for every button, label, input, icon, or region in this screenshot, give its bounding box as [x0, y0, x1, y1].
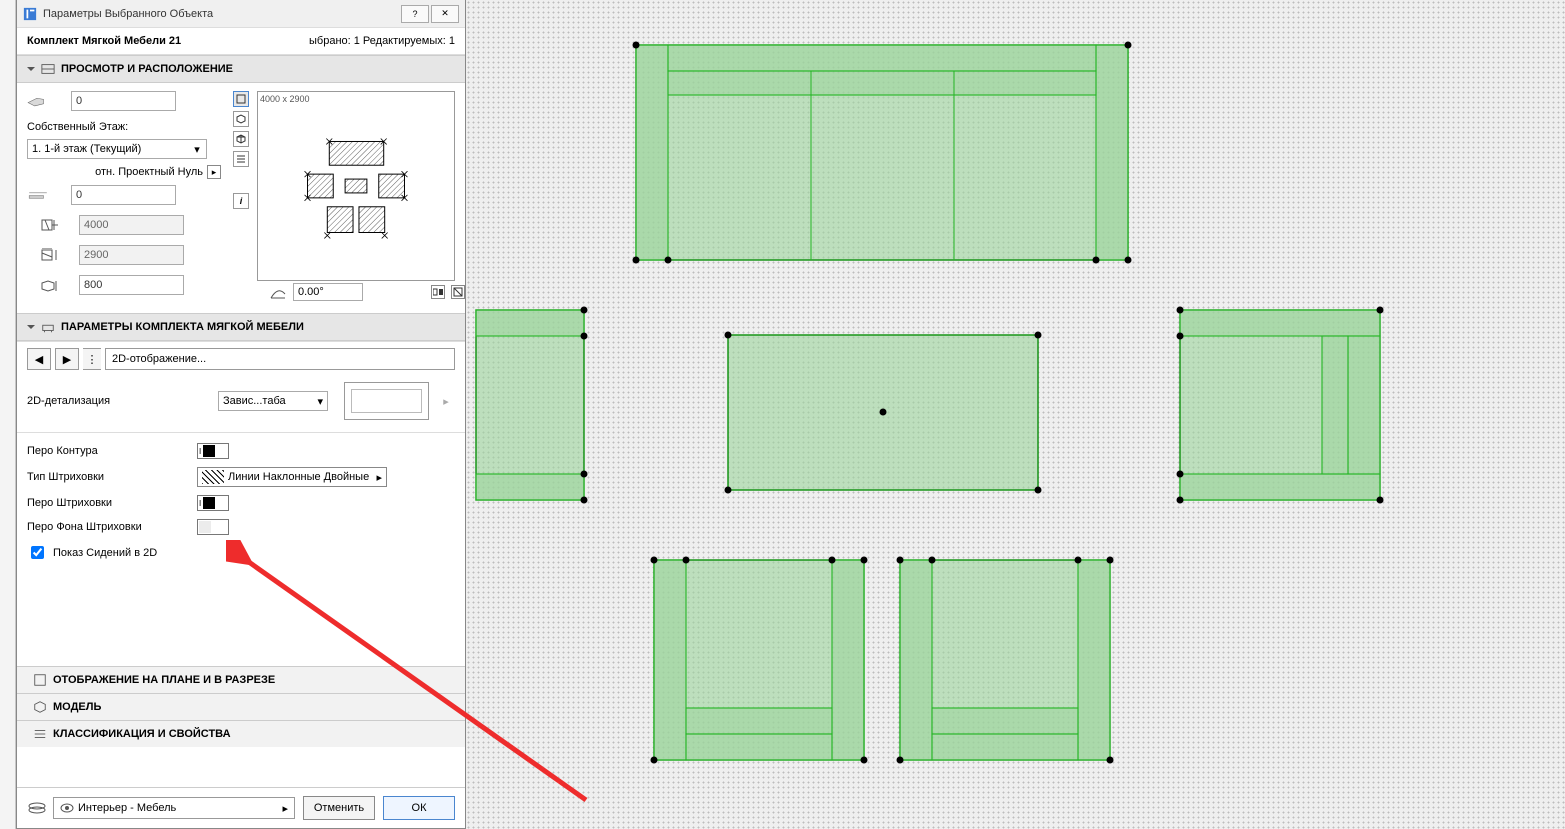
titlebar[interactable]: Параметры Выбранного Объекта ? ✕: [17, 0, 465, 28]
nav-separator: ⋮: [83, 348, 101, 370]
group-class-title: КЛАССИФИКАЦИЯ И СВОЙСТВА: [53, 728, 231, 740]
app-icon: [23, 7, 37, 21]
armchair-left-shape[interactable]: [476, 307, 588, 504]
preview-mode-3d-button[interactable]: [233, 111, 249, 127]
nav-prev-button[interactable]: ◀: [27, 348, 51, 370]
detail-label: 2D-детализация: [27, 395, 210, 407]
settings-dialog: Параметры Выбранного Объекта ? ✕ Комплек…: [16, 0, 466, 829]
chevron-down-icon: [27, 323, 35, 331]
preview-mode-2d-button[interactable]: [233, 91, 249, 107]
layer-combo[interactable]: Интерьер - Мебель ▸: [53, 797, 295, 819]
detail-next-button[interactable]: ▸: [437, 382, 455, 420]
own-floor-label: Собственный Этаж:: [27, 121, 227, 133]
group-preview-title: ПРОСМОТР И РАСПОЛОЖЕНИЕ: [61, 63, 233, 75]
dim-x-icon: [27, 218, 73, 232]
own-floor-value: 1. 1-й этаж (Текущий): [32, 143, 188, 155]
detail-preview[interactable]: [344, 382, 429, 420]
elevation-top-input[interactable]: [71, 91, 176, 111]
sofa-shape[interactable]: [633, 42, 1132, 264]
chair-1-shape[interactable]: [651, 557, 868, 764]
preview-icon: [41, 62, 55, 76]
object-name: Комплект Мягкой Мебели 21: [27, 35, 181, 47]
group-params-title: ПАРАМЕТРЫ КОМПЛЕКТА МЯГКОЙ МЕБЕЛИ: [61, 321, 304, 333]
ok-button[interactable]: ОК: [383, 796, 455, 820]
elev-top-icon: [27, 91, 49, 111]
hatch-sample-icon: [202, 470, 224, 484]
close-button[interactable]: ✕: [431, 5, 459, 23]
hatch-bg-pen-picker[interactable]: [197, 519, 229, 535]
dim-x-input: [79, 215, 184, 235]
group-class-header[interactable]: КЛАССИФИКАЦИЯ И СВОЙСТВА: [17, 720, 465, 747]
group-params-header[interactable]: ПАРАМЕТРЫ КОМПЛЕКТА МЯГКОЙ МЕБЕЛИ: [17, 313, 465, 341]
own-floor-combo[interactable]: 1. 1-й этаж (Текущий) ▾: [27, 139, 207, 159]
furniture-icon: [41, 320, 55, 334]
layer-value: Интерьер - Мебель: [78, 802, 278, 814]
preview-dims: 4000 x 2900: [260, 94, 310, 104]
preview-info-button[interactable]: i: [233, 193, 249, 209]
dim-y-icon: [27, 248, 73, 262]
group-model-header[interactable]: МОДЕЛЬ: [17, 693, 465, 720]
dim-z-icon: [27, 277, 73, 293]
hatch-type-picker[interactable]: Линии Наклонные Двойные ▸: [197, 467, 387, 487]
armchair-right-shape[interactable]: [1177, 307, 1384, 504]
angle-icon: [269, 284, 287, 300]
detail-value: Завис...таба: [223, 395, 286, 407]
dim-z-input[interactable]: [79, 275, 184, 295]
selection-info: ыбрано: 1 Редактируемых: 1: [309, 35, 455, 47]
cancel-button[interactable]: Отменить: [303, 796, 375, 820]
detail-combo[interactable]: Завис...таба ▾: [218, 391, 328, 411]
model-icon: [33, 700, 47, 714]
floor-plan-canvas[interactable]: [466, 0, 1565, 829]
preview-mode-list-button[interactable]: [233, 151, 249, 167]
proj-zero-label: отн. Проектный Нуль: [95, 166, 203, 178]
chevron-down-icon: ▾: [317, 395, 323, 408]
left-ruler-strip: [0, 0, 16, 829]
window-title: Параметры Выбранного Объекта: [43, 8, 399, 20]
subheader: Комплект Мягкой Мебели 21 ыбрано: 1 Реда…: [17, 28, 465, 55]
class-icon: [33, 727, 47, 741]
hatch-pen-label: Перо Штриховки: [27, 497, 187, 509]
object-preview[interactable]: 4000 x 2900: [257, 91, 455, 281]
group-model-title: МОДЕЛЬ: [53, 701, 101, 713]
contour-pen-picker[interactable]: I: [197, 443, 229, 459]
chevron-down-icon: ▾: [192, 143, 202, 156]
nav-path-text: 2D-отображение...: [112, 353, 206, 365]
elevation-bottom-input[interactable]: [71, 185, 176, 205]
chevron-right-icon: ▸: [282, 802, 288, 815]
nav-next-button[interactable]: ▶: [55, 348, 79, 370]
group-plan-header[interactable]: ОТОБРАЖЕНИЕ НА ПЛАНЕ И В РАЗРЕЗЕ: [17, 666, 465, 693]
preview-mode-wire-button[interactable]: [233, 131, 249, 147]
proj-zero-flyout-button[interactable]: ▸: [207, 165, 221, 179]
hatch-type-value: Линии Наклонные Двойные: [228, 471, 372, 483]
group-plan-title: ОТОБРАЖЕНИЕ НА ПЛАНЕ И В РАЗРЕЗЕ: [53, 674, 275, 686]
angle-input[interactable]: [293, 283, 363, 301]
elev-bottom-icon: [27, 187, 49, 203]
layer-icon: [27, 801, 47, 815]
contour-pen-label: Перо Контура: [27, 445, 187, 457]
dim-y-input: [79, 245, 184, 265]
preview-svg: [258, 92, 454, 280]
hatch-pen-picker[interactable]: I: [197, 495, 229, 511]
nav-path[interactable]: 2D-отображение...: [105, 348, 455, 370]
show-seats-checkbox[interactable]: [31, 546, 44, 559]
eye-icon: [60, 803, 74, 813]
table-shape[interactable]: [725, 332, 1042, 494]
mirror-y-button[interactable]: [451, 285, 465, 299]
show-seats-label: Показ Сидений в 2D: [53, 547, 157, 559]
canvas-svg: [466, 0, 1565, 829]
chevron-right-icon: ▸: [376, 471, 382, 484]
group-preview-header[interactable]: ПРОСМОТР И РАСПОЛОЖЕНИЕ: [17, 55, 465, 83]
hatch-bg-pen-label: Перо Фона Штриховки: [27, 521, 187, 533]
plan-icon: [33, 673, 47, 687]
hatch-type-label: Тип Штриховки: [27, 471, 187, 483]
mirror-x-button[interactable]: [431, 285, 445, 299]
help-button[interactable]: ?: [401, 5, 429, 23]
chair-2-shape[interactable]: [897, 557, 1114, 764]
chevron-down-icon: [27, 65, 35, 73]
